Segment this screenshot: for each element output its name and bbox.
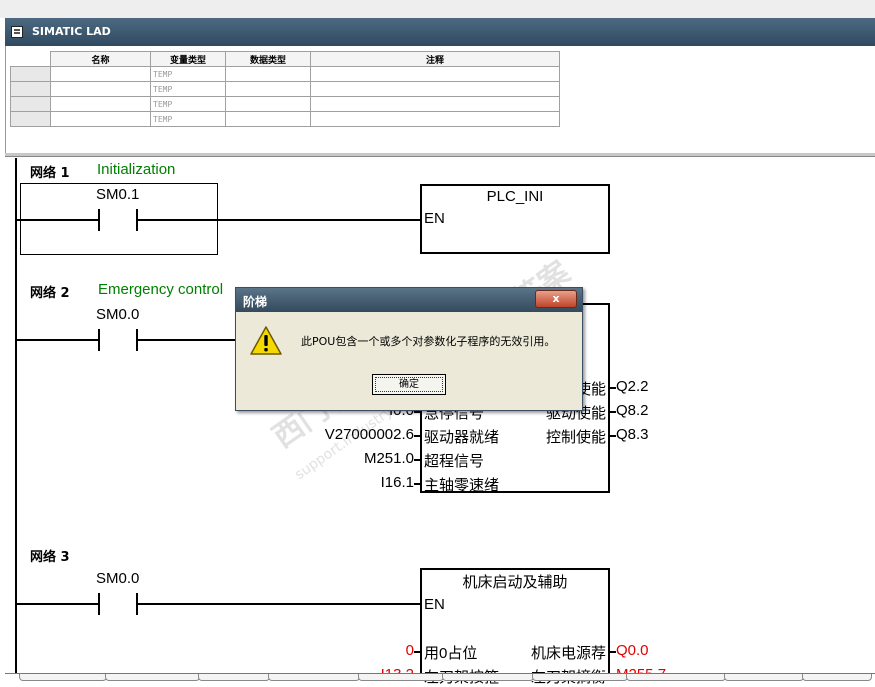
name-cell[interactable]: [50, 66, 151, 82]
wire: [138, 339, 238, 341]
contact-left-bar[interactable]: [98, 593, 100, 615]
row-header[interactable]: [10, 81, 51, 97]
pin-stub: [414, 435, 420, 437]
network-1-selection-frame: [20, 183, 218, 255]
input-pin: 超程信号: [424, 453, 485, 470]
table-row[interactable]: TEMP: [10, 111, 560, 127]
datatype-cell[interactable]: [225, 96, 311, 112]
error-dialog: 阶梯 x 此POU包含一个或多个对参数化子程序的无效引用。 确定: [235, 287, 583, 411]
pin-stub: [610, 387, 616, 389]
top-strip: [0, 0, 875, 18]
dialog-close-button[interactable]: x: [535, 290, 577, 308]
wire: [17, 339, 99, 341]
lad-window-icon: [11, 26, 23, 38]
variable-table: 名称 变量类型 数据类型 注释 TEMP TEMP TEMP TEMP: [10, 51, 560, 127]
table-row[interactable]: TEMP: [10, 81, 560, 97]
power-rail: [15, 158, 17, 680]
pin-stub: [414, 459, 420, 461]
col-vartype-header: 变量类型: [150, 51, 226, 67]
vartype-cell[interactable]: TEMP: [150, 111, 226, 127]
row-header[interactable]: [10, 96, 51, 112]
network-1-label[interactable]: 网络 1: [30, 162, 70, 181]
table-row[interactable]: TEMP: [10, 96, 560, 112]
variable-table-pane: 名称 变量类型 数据类型 注释 TEMP TEMP TEMP TEMP: [5, 46, 875, 154]
wire: [17, 603, 99, 605]
datatype-cell[interactable]: [225, 66, 311, 82]
network-1-comment[interactable]: Initialization: [97, 161, 175, 178]
row-header[interactable]: [10, 66, 51, 82]
plc-ini-block[interactable]: PLC_INI EN: [420, 184, 610, 254]
machine-start-block[interactable]: 机床启动及辅助 EN: [420, 568, 610, 680]
vartype-cell[interactable]: TEMP: [150, 96, 226, 112]
table-row[interactable]: TEMP: [10, 66, 560, 82]
output-address[interactable]: Q8.3: [616, 426, 649, 443]
output-pin: 控制使能: [545, 429, 606, 446]
pin-stub: [610, 411, 616, 413]
window-titlebar: SIMATIC LAD: [5, 18, 875, 46]
pin-stub: [414, 411, 420, 413]
row-header-corner: [10, 51, 51, 67]
input-address[interactable]: M251.0: [300, 450, 414, 467]
name-cell[interactable]: [50, 81, 151, 97]
comment-cell[interactable]: [310, 111, 560, 127]
input-pin: 主轴零速绪: [424, 477, 500, 494]
pin-stub: [414, 483, 420, 485]
col-comment-header: 注释: [310, 51, 560, 67]
network-3-label[interactable]: 网络 3: [30, 546, 70, 565]
dialog-message: 此POU包含一个或多个对参数化子程序的无效引用。: [301, 335, 556, 348]
dialog-titlebar[interactable]: 阶梯 x: [236, 288, 582, 312]
datatype-cell[interactable]: [225, 81, 311, 97]
wire: [138, 603, 422, 605]
network-2-comment[interactable]: Emergency control: [98, 281, 223, 298]
pin-stub: [610, 435, 616, 437]
input-address[interactable]: 0: [300, 642, 414, 659]
contact-left-bar[interactable]: [98, 329, 100, 351]
dialog-title: 阶梯: [243, 295, 268, 309]
name-cell[interactable]: [50, 111, 151, 127]
output-address[interactable]: Q0.0: [616, 642, 649, 659]
comment-cell[interactable]: [310, 66, 560, 82]
input-address[interactable]: V27000002.6: [300, 426, 414, 443]
window-title: SIMATIC LAD: [32, 25, 111, 38]
name-cell[interactable]: [50, 96, 151, 112]
output-pin: 机床电源荐: [530, 645, 606, 662]
ok-button[interactable]: 确定: [372, 374, 446, 395]
network-2-label[interactable]: 网络 2: [30, 282, 70, 301]
col-datatype-header: 数据类型: [225, 51, 311, 67]
pin-stub: [610, 651, 616, 653]
network-3-contact-address[interactable]: SM0.0: [96, 570, 139, 587]
block-en-pin: EN: [424, 596, 445, 613]
output-address[interactable]: Q8.2: [616, 402, 649, 419]
block-title: 机床启动及辅助: [462, 574, 568, 591]
output-address[interactable]: Q2.2: [616, 378, 649, 395]
network-2-contact-address[interactable]: SM0.0: [96, 306, 139, 323]
datatype-cell[interactable]: [225, 111, 311, 127]
vartype-cell[interactable]: TEMP: [150, 81, 226, 97]
col-name-header: 名称: [50, 51, 151, 67]
block-en-pin: EN: [424, 210, 445, 227]
vartype-cell[interactable]: TEMP: [150, 66, 226, 82]
warning-icon: [250, 326, 282, 355]
input-pin: 用0占位: [424, 645, 478, 662]
block-title: PLC_INI: [486, 188, 544, 205]
comment-cell[interactable]: [310, 81, 560, 97]
row-header[interactable]: [10, 111, 51, 127]
comment-cell[interactable]: [310, 96, 560, 112]
pin-stub: [414, 651, 420, 653]
input-address[interactable]: I16.1: [300, 474, 414, 491]
